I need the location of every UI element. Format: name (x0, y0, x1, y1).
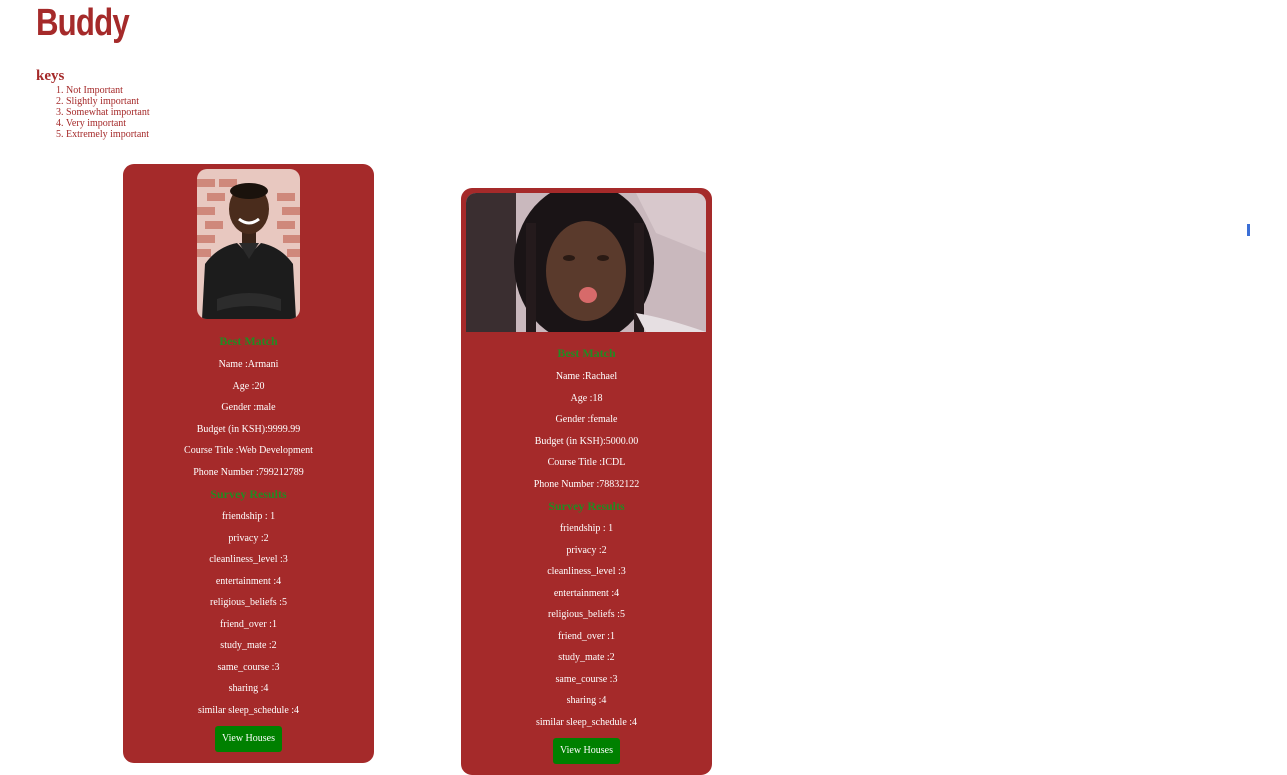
survey-item: entertainment :4 (215, 575, 282, 587)
survey-item: friendship : 1 (559, 523, 614, 534)
survey-item: sharing :4 (228, 683, 269, 694)
keys-list: 1. Not Important 2. Slightly important 3… (56, 85, 150, 140)
name-field: Name :Rachael (555, 371, 618, 382)
survey-item: cleanliness_level :3 (209, 554, 288, 565)
best-match-title: Best Match (219, 334, 278, 348)
keys-heading: keys (36, 68, 65, 84)
survey-item: religious_beliefs :5 (210, 597, 287, 608)
survey-item: privacy :2 (228, 532, 269, 544)
gender-field: Gender :male (221, 402, 276, 413)
survey-results-title: Survey Results (210, 487, 287, 501)
name-field: Name :Armani (218, 359, 279, 370)
survey-item: same_course :3 (217, 661, 280, 673)
survey-item: friend_over :1 (220, 618, 277, 630)
match-card: Best Match Name :Armani Age :20 Gender :… (123, 164, 374, 763)
scroll-indicator[interactable] (1247, 224, 1250, 236)
survey-item: religious_beliefs :5 (548, 609, 625, 620)
view-houses-button[interactable]: View Houses (214, 726, 282, 752)
budget-field: Budget (in KSH):5000.00 (534, 435, 639, 447)
survey-item: same_course :3 (555, 673, 618, 685)
profile-photo (466, 193, 706, 332)
phone-field: Phone Number :799212789 (193, 466, 304, 478)
view-houses-button[interactable]: View Houses (552, 738, 620, 764)
survey-item: friend_over :1 (558, 630, 615, 642)
card-details: Best Match Name :Rachael Age :18 Gender … (461, 343, 712, 764)
card-details: Best Match Name :Armani Age :20 Gender :… (123, 331, 374, 752)
survey-item: similar sleep_schedule :4 (535, 716, 638, 728)
keys-item: 1. Not Important (56, 85, 123, 96)
survey-item: entertainment :4 (553, 587, 620, 599)
keys-item: 5. Extremely important (56, 129, 150, 140)
survey-item: study_mate :2 (220, 640, 277, 651)
keys-item: 3. Somewhat important (56, 107, 150, 118)
keys-item: 2. Slightly important (56, 96, 140, 107)
survey-item: sharing :4 (566, 695, 607, 706)
match-card: Best Match Name :Rachael Age :18 Gender … (461, 188, 712, 775)
budget-field: Budget (in KSH):9999.99 (196, 423, 301, 435)
phone-field: Phone Number :78832122 (533, 478, 640, 490)
survey-item: cleanliness_level :3 (547, 566, 626, 577)
profile-photo (197, 169, 300, 319)
course-field: Course Title :Web Development (184, 445, 313, 456)
survey-item: friendship : 1 (221, 511, 276, 522)
brand-title: Buddy (36, 2, 130, 44)
profile-photo-image (466, 193, 706, 332)
best-match-title: Best Match (557, 346, 616, 360)
age-field: Age :20 (232, 380, 265, 392)
survey-item: similar sleep_schedule :4 (197, 704, 300, 716)
survey-item: study_mate :2 (558, 652, 615, 663)
keys-item: 4. Very important (56, 118, 127, 129)
page: Buddy keys 1. Not Important 2. Slightly … (0, 0, 1287, 775)
gender-field: Gender :female (555, 414, 618, 425)
profile-photo-image (197, 169, 300, 319)
survey-item: privacy :2 (566, 544, 607, 556)
course-field: Course Title :ICDL (547, 457, 626, 468)
age-field: Age :18 (570, 392, 603, 404)
survey-results-title: Survey Results (548, 499, 625, 513)
